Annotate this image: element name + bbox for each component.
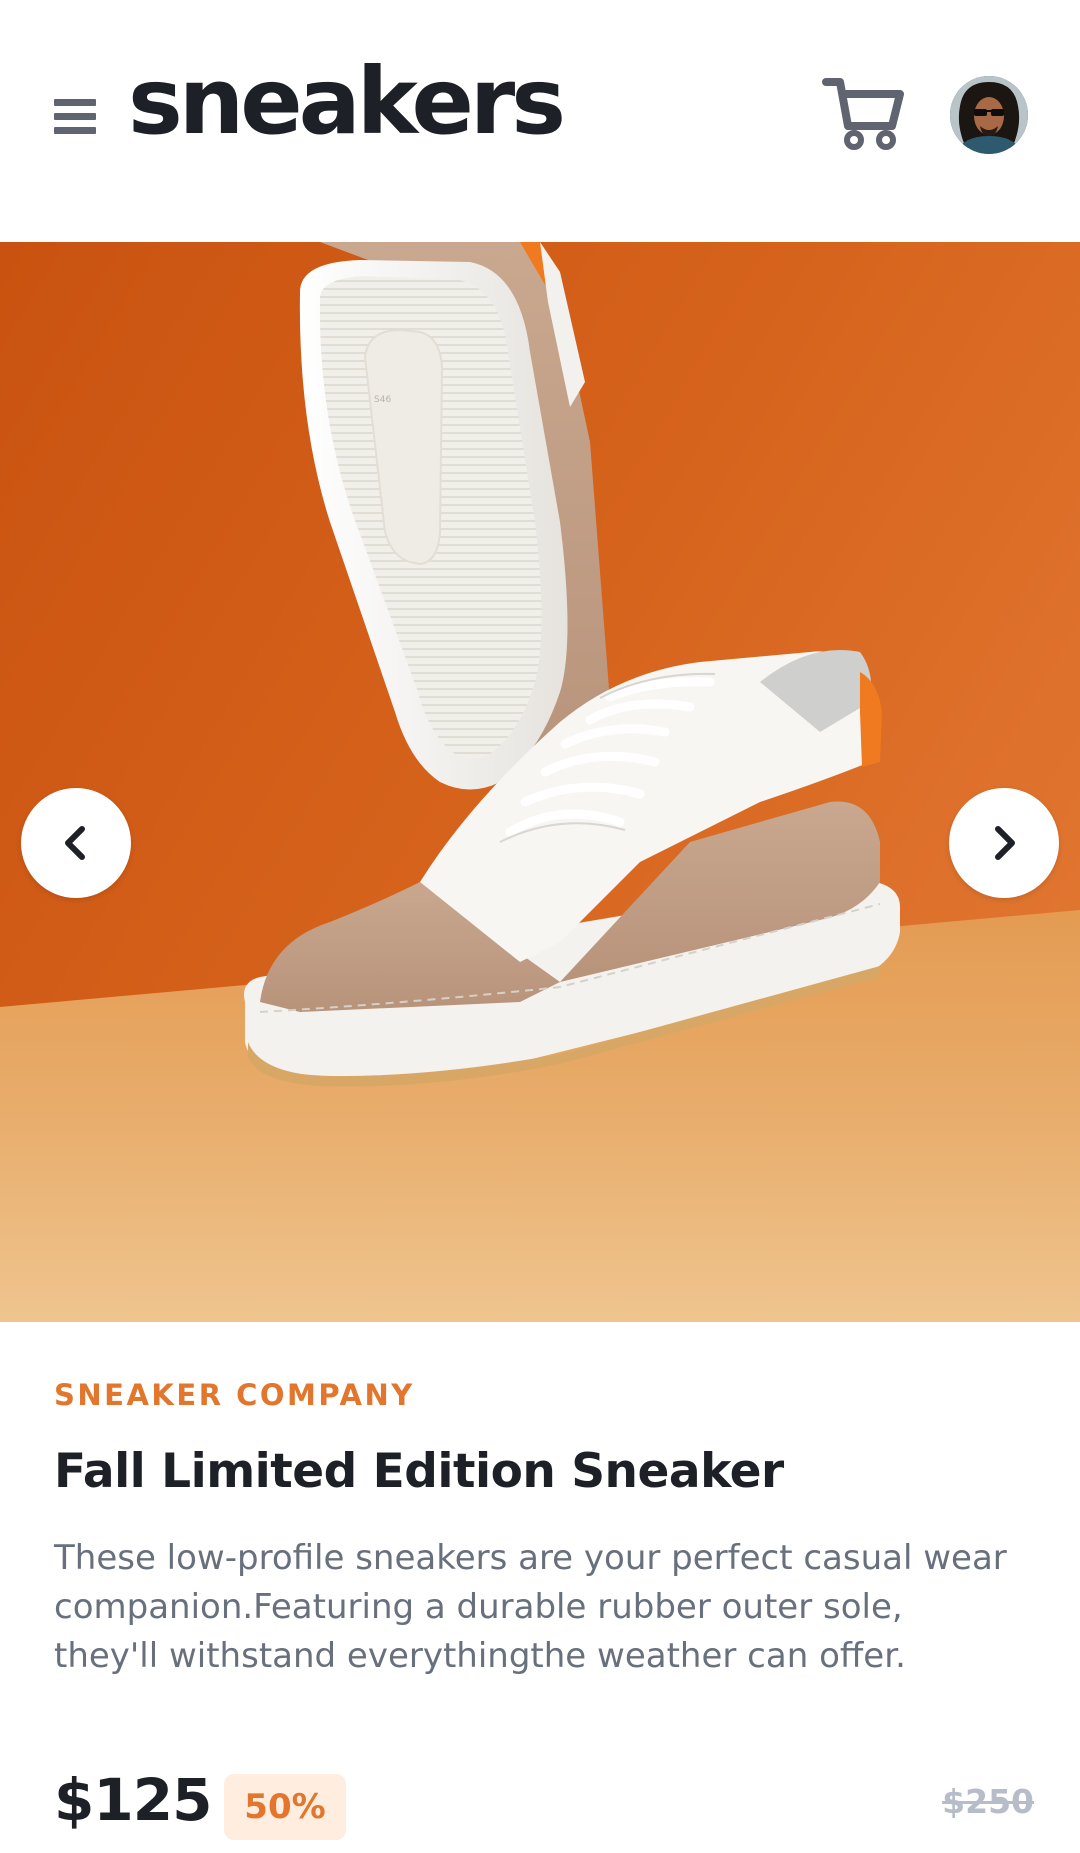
product-page: sneakers S46 SNEAKER COMPANY Fall Limite… [0,0,1080,1853]
site-header: sneakers [0,0,1080,242]
chevron-right-icon [995,826,1015,860]
previous-image-button[interactable] [21,788,131,898]
company-name: SNEAKER COMPANY [54,1378,415,1412]
chevron-left-icon [65,826,85,860]
logo[interactable]: sneakers [128,52,566,152]
sneaker-photo: S46 [0,242,1080,1322]
next-image-button[interactable] [949,788,1059,898]
discount-badge: 50% [224,1774,346,1840]
current-price: $125 [54,1766,212,1834]
user-avatar[interactable] [950,76,1028,154]
cart-icon[interactable] [822,74,906,154]
product-description: These low-profile sneakers are your perf… [54,1538,1007,1676]
product-gallery: S46 [0,242,1080,1322]
svg-text:S46: S46 [374,395,391,405]
hamburger-menu-icon[interactable] [52,96,98,140]
product-title: Fall Limited Edition Sneaker [54,1444,784,1499]
original-price: $250 [942,1782,1034,1821]
